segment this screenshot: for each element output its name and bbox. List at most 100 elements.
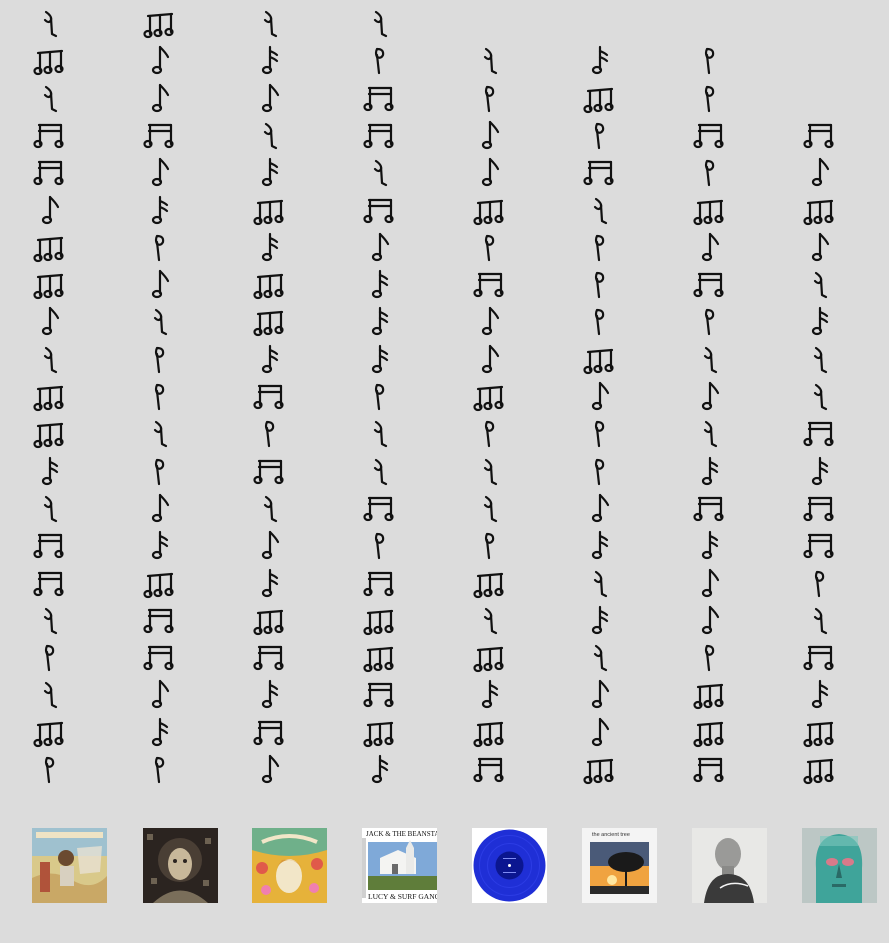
eighth-note-icon xyxy=(470,118,510,152)
triplet-beamed-notes-icon xyxy=(250,267,290,301)
triplet-beamed-notes-icon xyxy=(30,267,70,301)
p-note-icon xyxy=(140,379,180,413)
grace-note-icon xyxy=(580,528,620,562)
p-note-icon xyxy=(30,640,70,674)
eighth-note-icon xyxy=(580,677,620,711)
triplet-beamed-notes-icon xyxy=(690,193,730,227)
triplet-beamed-notes-icon xyxy=(30,230,70,264)
triplet-beamed-notes-icon xyxy=(360,603,400,637)
sixteenth-beamed-notes-icon xyxy=(470,752,510,786)
p-note-icon xyxy=(140,454,180,488)
sixteenth-beamed-notes-icon xyxy=(690,118,730,152)
grace-note-icon xyxy=(690,528,730,562)
album-6-title-text: the ancient tree xyxy=(592,832,630,838)
grace-note-icon xyxy=(360,267,400,301)
album-4-bottom-text: LUCY & SURF GANG xyxy=(368,892,437,901)
triplet-beamed-notes-icon xyxy=(470,193,510,227)
q-note-icon xyxy=(470,43,510,77)
triplet-beamed-notes-icon xyxy=(470,379,510,413)
album-cover-8[interactable] xyxy=(802,828,877,903)
p-note-icon xyxy=(360,379,400,413)
sixteenth-beamed-notes-icon xyxy=(360,193,400,227)
grace-note-icon xyxy=(140,528,180,562)
eighth-note-icon xyxy=(800,230,840,264)
sixteenth-beamed-notes-icon xyxy=(800,528,840,562)
album-cover-3[interactable] xyxy=(252,828,327,903)
grace-note-icon xyxy=(140,715,180,749)
grace-note-icon xyxy=(580,603,620,637)
triplet-beamed-notes-icon xyxy=(470,566,510,600)
q-note-icon xyxy=(30,491,70,525)
q-note-icon xyxy=(690,416,730,450)
p-note-icon xyxy=(470,416,510,450)
album-cover-5[interactable] xyxy=(472,828,547,903)
grace-note-icon xyxy=(360,304,400,338)
triplet-beamed-notes-icon xyxy=(30,379,70,413)
q-note-icon xyxy=(690,342,730,376)
eighth-note-icon xyxy=(470,342,510,376)
eighth-note-icon xyxy=(250,81,290,115)
p-note-icon xyxy=(140,230,180,264)
sixteenth-beamed-notes-icon xyxy=(690,491,730,525)
triplet-beamed-notes-icon xyxy=(360,715,400,749)
sixteenth-beamed-notes-icon xyxy=(250,715,290,749)
eighth-note-icon xyxy=(690,566,730,600)
sixteenth-beamed-notes-icon xyxy=(580,155,620,189)
q-note-icon xyxy=(250,6,290,40)
eighth-note-icon xyxy=(140,155,180,189)
sixteenth-beamed-notes-icon xyxy=(140,640,180,674)
p-note-icon xyxy=(580,454,620,488)
eighth-note-icon xyxy=(580,715,620,749)
q-note-icon xyxy=(470,491,510,525)
eighth-note-icon xyxy=(140,81,180,115)
album-4-top-text: JACK & THE BEANSTALK xyxy=(366,830,437,838)
p-note-icon xyxy=(690,81,730,115)
q-note-icon xyxy=(360,416,400,450)
album-cover-4[interactable]: JACK & THE BEANSTALK LUCY & SURF GANG xyxy=(362,828,437,903)
q-note-icon xyxy=(800,267,840,301)
album-cover-sun-flowers-icon xyxy=(252,828,327,903)
triplet-beamed-notes-icon xyxy=(800,715,840,749)
note-grid xyxy=(0,0,889,800)
eighth-note-icon xyxy=(580,491,620,525)
album-cover-2[interactable] xyxy=(143,828,218,903)
eighth-note-icon xyxy=(800,155,840,189)
sixteenth-beamed-notes-icon xyxy=(800,118,840,152)
eighth-note-icon xyxy=(140,677,180,711)
grace-note-icon xyxy=(250,342,290,376)
sixteenth-beamed-notes-icon xyxy=(690,267,730,301)
triplet-beamed-notes-icon xyxy=(580,752,620,786)
album-cover-7[interactable] xyxy=(692,828,767,903)
eighth-note-icon xyxy=(690,603,730,637)
sixteenth-beamed-notes-icon xyxy=(360,566,400,600)
grace-note-icon xyxy=(800,304,840,338)
album-cover-1[interactable] xyxy=(32,828,107,903)
eighth-note-icon xyxy=(580,379,620,413)
q-note-icon xyxy=(250,118,290,152)
q-note-icon xyxy=(580,566,620,600)
grace-note-icon xyxy=(250,566,290,600)
sixteenth-beamed-notes-icon xyxy=(140,118,180,152)
sixteenth-beamed-notes-icon xyxy=(360,118,400,152)
grace-note-icon xyxy=(360,342,400,376)
sixteenth-beamed-notes-icon xyxy=(30,566,70,600)
p-note-icon xyxy=(470,81,510,115)
grace-note-icon xyxy=(470,677,510,711)
triplet-beamed-notes-icon xyxy=(470,715,510,749)
grace-note-icon xyxy=(140,193,180,227)
q-note-icon xyxy=(800,342,840,376)
q-note-icon xyxy=(360,155,400,189)
q-note-icon xyxy=(470,603,510,637)
triplet-beamed-notes-icon xyxy=(140,566,180,600)
triplet-beamed-notes-icon xyxy=(250,193,290,227)
q-note-icon xyxy=(250,491,290,525)
sixteenth-beamed-notes-icon xyxy=(250,379,290,413)
q-note-icon xyxy=(800,379,840,413)
sixteenth-beamed-notes-icon xyxy=(140,603,180,637)
eighth-note-icon xyxy=(140,43,180,77)
grace-note-icon xyxy=(30,454,70,488)
q-note-icon xyxy=(30,342,70,376)
q-note-icon xyxy=(30,81,70,115)
album-cover-6[interactable]: the ancient tree xyxy=(582,828,657,903)
sixteenth-beamed-notes-icon xyxy=(250,640,290,674)
